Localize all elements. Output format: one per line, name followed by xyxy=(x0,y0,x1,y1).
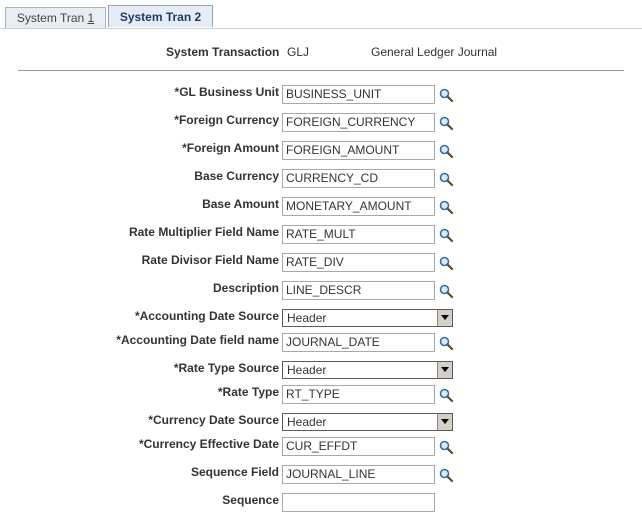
base-currency-label: Base Currency xyxy=(194,169,279,183)
tab-system-tran-1-label: System Tran xyxy=(16,11,88,25)
gl-business-unit-lookup-icon[interactable] xyxy=(438,87,454,103)
foreign-amount-label: *Foreign Amount xyxy=(182,141,279,155)
foreign-amount-field[interactable]: FOREIGN_AMOUNT xyxy=(282,141,435,160)
row-rate-type-source: *Rate Type Source Header xyxy=(0,360,642,382)
tab-system-tran-2-label: System Tran 2 xyxy=(119,10,202,24)
row-base-amount: Base Amount MONETARY_AMOUNT xyxy=(0,196,642,218)
row-accounting-date-source: *Accounting Date Source Header xyxy=(0,308,642,330)
accounting-date-field-label: *Accounting Date field name xyxy=(116,333,279,347)
currency-date-source-label: *Currency Date Source xyxy=(148,413,279,427)
rate-divisor-field[interactable]: RATE_DIV xyxy=(282,253,435,272)
foreign-amount-lookup-icon[interactable] xyxy=(438,143,454,159)
chevron-down-icon[interactable] xyxy=(437,414,452,430)
base-amount-lookup-icon[interactable] xyxy=(438,199,454,215)
tab-system-tran-1-accesskey: 1 xyxy=(87,11,95,25)
row-accounting-date-field: *Accounting Date field name JOURNAL_DATE xyxy=(0,332,642,354)
row-rate-divisor: Rate Divisor Field Name RATE_DIV xyxy=(0,252,642,274)
row-currency-date-source: *Currency Date Source Header xyxy=(0,412,642,434)
rate-type-field[interactable]: RT_TYPE xyxy=(282,385,435,404)
tab-system-tran-1[interactable]: System Tran 1 xyxy=(5,7,106,28)
system-transaction-code: GLJ xyxy=(287,45,310,59)
row-description: Description LINE_DESCR xyxy=(0,280,642,302)
base-currency-field[interactable]: CURRENCY_CD xyxy=(282,169,435,188)
rate-divisor-lookup-icon[interactable] xyxy=(438,255,454,271)
rate-multiplier-lookup-icon[interactable] xyxy=(438,227,454,243)
currency-date-source-select[interactable]: Header xyxy=(282,413,453,431)
accounting-date-field-lookup-icon[interactable] xyxy=(438,335,454,351)
row-currency-effective-date: *Currency Effective Date CUR_EFFDT xyxy=(0,436,642,458)
row-rate-multiplier: Rate Multiplier Field Name RATE_MULT xyxy=(0,224,642,246)
description-label: Description xyxy=(212,281,279,295)
description-lookup-icon[interactable] xyxy=(438,283,454,299)
base-amount-field[interactable]: MONETARY_AMOUNT xyxy=(282,197,435,216)
accounting-date-source-value: Header xyxy=(287,311,327,325)
row-gl-business-unit: *GL Business Unit BUSINESS_UNIT xyxy=(0,84,642,106)
system-transaction-description: General Ledger Journal xyxy=(371,45,498,59)
rate-type-source-value: Header xyxy=(287,363,327,377)
currency-effective-date-field[interactable]: CUR_EFFDT xyxy=(282,437,435,456)
currency-effective-date-label: *Currency Effective Date xyxy=(138,437,279,451)
accounting-date-field-input[interactable]: JOURNAL_DATE xyxy=(282,333,435,352)
tab-underline xyxy=(0,28,642,29)
sequence-input[interactable] xyxy=(282,493,435,512)
rate-divisor-label: Rate Divisor Field Name xyxy=(141,253,279,267)
row-rate-type: *Rate Type RT_TYPE xyxy=(0,384,642,406)
rate-type-source-select[interactable]: Header xyxy=(282,361,453,379)
rate-type-lookup-icon[interactable] xyxy=(438,387,454,403)
foreign-currency-field[interactable]: FOREIGN_CURRENCY xyxy=(282,113,435,132)
base-amount-label: Base Amount xyxy=(202,197,279,211)
base-currency-lookup-icon[interactable] xyxy=(438,171,454,187)
rate-multiplier-label: Rate Multiplier Field Name xyxy=(128,225,279,239)
row-sequence-field: Sequence Field JOURNAL_LINE xyxy=(0,464,642,486)
sequence-label: Sequence xyxy=(222,493,279,507)
sequence-field-lookup-icon[interactable] xyxy=(438,467,454,483)
currency-date-source-value: Header xyxy=(287,415,327,429)
section-divider xyxy=(18,70,624,71)
chevron-down-icon[interactable] xyxy=(437,310,452,326)
sequence-field-input[interactable]: JOURNAL_LINE xyxy=(282,465,435,484)
foreign-currency-lookup-icon[interactable] xyxy=(438,115,454,131)
gl-business-unit-label: *GL Business Unit xyxy=(174,85,279,99)
row-base-currency: Base Currency CURRENCY_CD xyxy=(0,168,642,190)
accounting-date-source-label: *Accounting Date Source xyxy=(134,309,279,323)
row-foreign-amount: *Foreign Amount FOREIGN_AMOUNT xyxy=(0,140,642,162)
chevron-down-icon[interactable] xyxy=(437,362,452,378)
row-sequence: Sequence xyxy=(0,492,642,514)
row-foreign-currency: *Foreign Currency FOREIGN_CURRENCY xyxy=(0,112,642,134)
description-field[interactable]: LINE_DESCR xyxy=(282,281,435,300)
currency-effective-date-lookup-icon[interactable] xyxy=(438,439,454,455)
sequence-field-label: Sequence Field xyxy=(190,465,279,479)
system-transaction-label: System Transaction xyxy=(166,45,280,59)
rate-type-source-label: *Rate Type Source xyxy=(173,361,279,375)
tab-system-tran-2[interactable]: System Tran 2 xyxy=(108,5,213,27)
foreign-currency-label: *Foreign Currency xyxy=(174,113,279,127)
rate-multiplier-field[interactable]: RATE_MULT xyxy=(282,225,435,244)
gl-business-unit-field[interactable]: BUSINESS_UNIT xyxy=(282,85,435,104)
accounting-date-source-select[interactable]: Header xyxy=(282,309,453,327)
rate-type-label: *Rate Type xyxy=(217,385,279,399)
